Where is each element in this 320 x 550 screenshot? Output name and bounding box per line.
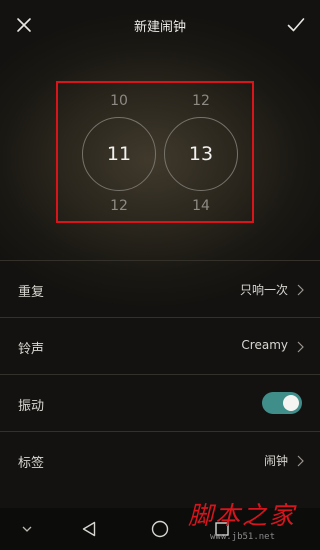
watermark-url: www.jb51.net — [210, 532, 276, 542]
confirm-button[interactable] — [283, 12, 309, 38]
vibrate-toggle[interactable] — [262, 392, 302, 414]
back-triangle-icon — [82, 521, 96, 537]
page-title: 新建闹钟 — [133, 20, 186, 35]
hour-selected[interactable]: 11 — [82, 117, 156, 191]
tag-value: 闹钟 — [263, 454, 288, 468]
tag-row[interactable]: 标签 闹钟 — [0, 431, 320, 488]
repeat-row[interactable]: 重复 只响一次 — [0, 260, 320, 317]
tag-label: 标签 — [18, 456, 45, 471]
back-button[interactable] — [77, 517, 101, 541]
watermark-logo-text: 脚本之家 — [188, 501, 297, 530]
header-bar: 新建闹钟 — [0, 0, 320, 50]
close-icon — [17, 18, 31, 32]
minute-next[interactable]: 14 — [164, 198, 238, 214]
check-icon — [287, 18, 305, 32]
minute-previous[interactable]: 12 — [164, 93, 238, 109]
chevron-right-icon — [297, 284, 304, 296]
hour-next[interactable]: 12 — [82, 198, 156, 214]
vibrate-row: 振动 — [0, 374, 320, 431]
close-button[interactable] — [11, 12, 37, 38]
minute-selected[interactable]: 13 — [164, 117, 238, 191]
repeat-label: 重复 — [18, 285, 45, 300]
chevron-right-icon — [297, 341, 304, 353]
vibrate-label: 振动 — [18, 399, 45, 414]
alarm-settings-list: 重复 只响一次 铃声 Creamy 振动 标签 闹钟 — [0, 260, 320, 488]
site-watermark: 脚本之家 www.jb51.net — [188, 496, 318, 548]
hour-previous[interactable]: 10 — [82, 93, 156, 109]
new-alarm-screen: 新建闹钟 10 11 12 12 13 14 重复 只响一次 铃声 Creamy — [0, 0, 320, 550]
hide-nav-button[interactable] — [15, 517, 39, 541]
repeat-value: 只响一次 — [239, 283, 288, 297]
home-button[interactable] — [148, 517, 172, 541]
ringtone-label: 铃声 — [18, 342, 45, 357]
ringtone-value: Creamy — [241, 338, 288, 352]
chevron-down-icon — [22, 526, 32, 532]
home-circle-icon — [151, 520, 169, 538]
chevron-right-icon — [297, 455, 304, 467]
toggle-knob — [283, 395, 299, 411]
ringtone-row[interactable]: 铃声 Creamy — [0, 317, 320, 374]
